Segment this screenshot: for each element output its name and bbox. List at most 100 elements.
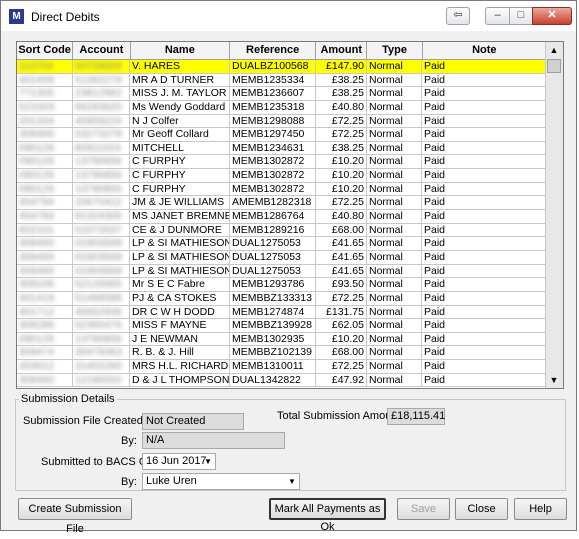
save-button[interactable]: Save: [397, 498, 450, 520]
create-submission-file-button[interactable]: Create Submission File: [18, 498, 132, 535]
cell-amt: £68.00: [316, 223, 367, 238]
cell-acc: 40959224: [73, 114, 130, 129]
table-row[interactable]: 401712 46652936 DR C W H DODD MEMB1274874 £1…: [17, 305, 547, 320]
cell-ref: MEMB1235334: [230, 73, 316, 88]
cell-ref: MEMBBZ102139: [230, 346, 316, 361]
mark-all-payments-button[interactable]: Mark All Payments as Ok: [269, 498, 386, 533]
cell-note: Paid: [422, 210, 547, 224]
cell-note: Paid: [422, 305, 547, 320]
cell-name: MR A D TURNER: [130, 73, 230, 88]
table-row[interactable]: 602101 51072637 CE & J DUNMORE MEMB1289216 £…: [17, 223, 547, 238]
scroll-up-icon[interactable]: ▲: [546, 42, 562, 58]
minimize-icon[interactable]: –: [485, 7, 510, 25]
cell-ref: AMEMB1282318: [230, 196, 316, 211]
cell-amt: £72.25: [316, 291, 367, 306]
table-row[interactable]: 401419 51468588 PJ & CA STOKES MEMBBZ133313…: [17, 291, 547, 306]
table-row[interactable]: 401409 51362279 MR A D TURNER MEMB1235334 £3…: [17, 73, 547, 88]
window-title: Direct Debits: [31, 10, 100, 24]
col-sort-code[interactable]: Sort Code: [17, 42, 74, 60]
col-name[interactable]: Name: [130, 42, 231, 60]
grid-header: Sort Code Account Name Reference Amount …: [17, 42, 547, 60]
cell-type: Normal: [367, 141, 422, 156]
cell-type: Normal: [367, 278, 422, 292]
submitted-by-select[interactable]: Luke Uren ▼: [142, 473, 300, 490]
table-row[interactable]: 309460 12190002 D & J L THOMPSON DUAL134282…: [17, 373, 547, 388]
table-row[interactable]: 309460 01903569 LP & SI MATHIESON DUAL12750…: [17, 250, 547, 265]
cell-name: MISS J. M. TAYLOR: [130, 87, 230, 101]
cell-sort: 521003: [17, 100, 73, 115]
table-row[interactable]: 521003 66283620 Ms Wendy Goddard MEMB123531…: [17, 100, 547, 115]
table-row[interactable]: 110704 00758604 V. HARES DUALBZ100568 £147.9…: [17, 60, 547, 74]
by-field: N/A: [142, 432, 285, 449]
table-row[interactable]: 309286 02360476 MISS F MAYNE MEMBBZ139928 £6…: [17, 319, 547, 333]
vertical-scrollbar[interactable]: ▲ ▼: [545, 42, 563, 388]
col-note[interactable]: Note: [422, 42, 547, 60]
cell-amt: £72.25: [316, 196, 367, 211]
col-account[interactable]: Account: [73, 42, 131, 60]
table-row[interactable]: 309474 30479363 R. B. & J. Hill MEMBBZ10213…: [17, 346, 547, 361]
cell-type: Normal: [367, 373, 422, 388]
cell-name: LP & SI MATHIESON: [130, 264, 230, 279]
cell-note: Paid: [422, 114, 547, 129]
cell-acc: 01903569: [73, 237, 130, 251]
cell-sort: 403612: [17, 360, 73, 374]
cell-note: Paid: [422, 169, 547, 183]
col-type[interactable]: Type: [367, 42, 423, 60]
grid-rows: 110704 00758604 V. HARES DUALBZ100568 £147.9…: [17, 60, 547, 388]
scroll-down-icon[interactable]: ▼: [546, 372, 562, 388]
total-amount-field: £18,115.41: [387, 408, 445, 425]
chevron-down-icon[interactable]: ▼: [203, 456, 213, 467]
table-row[interactable]: 309106 52120065 Mr S E C Fabre MEMB1293786 £…: [17, 278, 547, 292]
cell-type: Normal: [367, 305, 422, 320]
table-row[interactable]: 403612 31402260 MRS H.L. RICHARDS MEMB13100…: [17, 360, 547, 374]
table-row[interactable]: 404793 91324305 MS JANET BREMNER MEMB128676…: [17, 210, 547, 224]
cell-sort: 401712: [17, 305, 73, 320]
cell-acc: 31402260: [73, 360, 130, 374]
close-button[interactable]: Close: [455, 498, 508, 520]
cell-sort: 309460: [17, 250, 73, 265]
cell-ref: MEMB1289216: [230, 223, 316, 238]
cell-type: Normal: [367, 332, 422, 347]
cell-sort: 404793: [17, 210, 73, 224]
chevron-down-icon[interactable]: ▼: [287, 476, 297, 487]
table-row[interactable]: 090126 13790856 C FURPHY MEMB1302872 £10.20 N…: [17, 169, 547, 183]
title-bar: M Direct Debits ⇦ – □ ✕: [1, 1, 576, 31]
help-button[interactable]: Help: [514, 498, 567, 520]
table-row[interactable]: 309300 03273279 Mr Geoff Collard MEMB129745…: [17, 128, 547, 142]
cell-name: C FURPHY: [130, 182, 230, 197]
cell-ref: MEMB1302872: [230, 155, 316, 170]
cell-ref: MEMB1310011: [230, 360, 316, 374]
cell-ref: MEMB1293786: [230, 278, 316, 292]
table-row[interactable]: 090126 80911024 MITCHELL MEMB1234631 £38.25 N…: [17, 141, 547, 156]
table-row[interactable]: 771305 23812962 MISS J. M. TAYLOR MEMB12366…: [17, 87, 547, 101]
maximize-icon[interactable]: □: [509, 7, 533, 25]
cell-ref: DUALBZ100568: [230, 60, 316, 74]
table-row[interactable]: 309460 01903569 LP & SI MATHIESON DUAL12750…: [17, 237, 547, 251]
back-icon[interactable]: ⇦: [446, 7, 470, 25]
cell-note: Paid: [422, 87, 547, 101]
scroll-thumb[interactable]: [547, 59, 561, 73]
table-row[interactable]: 090126 13790856 J E NEWMAN MEMB1302935 £10.2…: [17, 332, 547, 347]
col-reference[interactable]: Reference: [230, 42, 317, 60]
close-icon[interactable]: ✕: [532, 7, 572, 25]
table-row[interactable]: 090126 13790856 C FURPHY MEMB1302872 £10.20 N…: [17, 182, 547, 197]
by-label: By:: [121, 435, 137, 447]
cell-amt: £47.92: [316, 373, 367, 388]
cell-note: Paid: [422, 223, 547, 238]
submitted-date-picker[interactable]: 16 Jun 2017 ▼: [142, 453, 216, 470]
table-row[interactable]: 404794 20670412 JM & JE WILLIAMS AMEMB12823…: [17, 196, 547, 211]
col-amount[interactable]: Amount: [316, 42, 368, 60]
table-row[interactable]: 090126 13790856 C FURPHY MEMB1302872 £10.20 N…: [17, 155, 547, 170]
cell-acc: 20670412: [73, 196, 130, 211]
cell-name: C FURPHY: [130, 155, 230, 170]
table-row[interactable]: 201334 40959224 N J Colfer MEMB1298088 £72.2…: [17, 114, 547, 129]
cell-name: MS JANET BREMNER: [130, 210, 230, 224]
cell-amt: £62.05: [316, 319, 367, 333]
cell-acc: 13790856: [73, 155, 130, 170]
table-row[interactable]: 309460 01903569 LP & SI MATHIESON DUAL12750…: [17, 264, 547, 279]
cell-ref: MEMB1234631: [230, 141, 316, 156]
cell-amt: £131.75: [316, 305, 367, 320]
cell-sort: 090126: [17, 169, 73, 183]
total-amount-label: Total Submission Amount:: [277, 410, 404, 422]
cell-amt: £72.25: [316, 128, 367, 142]
